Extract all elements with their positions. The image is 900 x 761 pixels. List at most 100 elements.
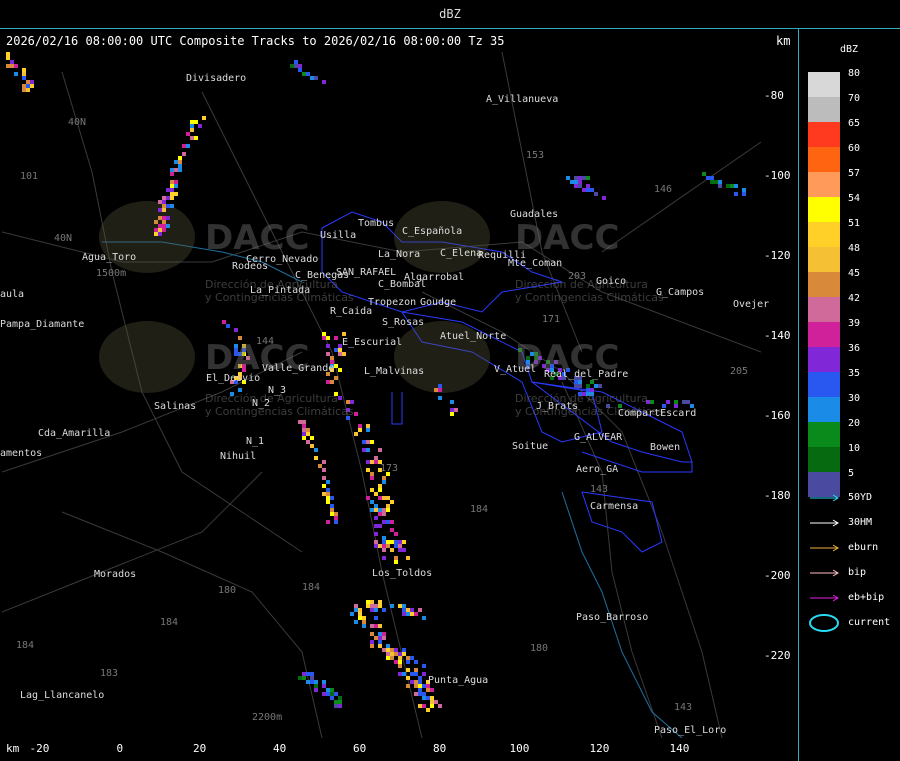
echo-cell <box>30 80 34 84</box>
echo-cell <box>302 424 306 428</box>
echo-cell <box>398 656 402 660</box>
echo-cell <box>194 136 198 140</box>
echo-cell <box>438 396 442 400</box>
echo-cell <box>6 64 10 68</box>
echo-cell <box>374 504 378 508</box>
echo-cell <box>306 680 310 684</box>
echo-cell <box>402 612 406 616</box>
echo-cell <box>686 400 690 404</box>
echo-cell <box>362 620 366 624</box>
route-label: 180 <box>530 643 549 654</box>
echo-cell <box>322 484 326 488</box>
echo-cell <box>574 180 578 184</box>
echo-cell <box>354 412 358 416</box>
echo-cell <box>594 192 598 196</box>
echo-cell <box>170 204 174 208</box>
echo-cell <box>350 612 354 616</box>
echo-cell <box>306 72 310 76</box>
echo-cell <box>326 492 330 496</box>
echo-cell <box>398 604 402 608</box>
place-label: J_Brats <box>536 401 579 412</box>
echo-cell <box>334 364 338 368</box>
echo-cell <box>158 200 162 204</box>
legend-swatch <box>808 72 840 97</box>
echo-cell <box>366 496 370 500</box>
echo-cell <box>402 648 406 652</box>
echo-cell <box>382 520 386 524</box>
echo-cell <box>418 608 422 612</box>
echo-cell <box>158 232 162 236</box>
echo-cell <box>422 692 426 696</box>
echo-cell <box>162 216 166 220</box>
echo-cell <box>314 456 318 460</box>
legend-value: 65 <box>848 118 861 129</box>
echo-cell <box>322 332 326 336</box>
echo-cell <box>322 680 326 684</box>
echo-cell <box>374 516 378 520</box>
echo-cell <box>354 608 358 612</box>
place-label: Bowen <box>650 442 681 453</box>
echo-cell <box>422 672 426 676</box>
echo-cell <box>414 668 418 672</box>
echo-cell <box>338 368 342 372</box>
echo-cell <box>370 460 374 464</box>
route-label: 40N <box>54 233 73 244</box>
y-tick-label: -140 <box>764 329 791 342</box>
echo-cell <box>406 684 410 688</box>
echo-cell <box>386 508 390 512</box>
echo-cell <box>422 696 426 700</box>
place-label: El_Desvio <box>206 373 261 384</box>
echo-cell <box>402 652 406 656</box>
echo-cell <box>330 688 334 692</box>
echo-cell <box>310 676 314 680</box>
legend-swatch <box>808 97 840 122</box>
place-label: E_Escurial <box>342 337 403 348</box>
echo-cell <box>402 608 406 612</box>
echo-cell <box>422 704 426 708</box>
echo-cell <box>314 688 318 692</box>
echo-cell <box>302 432 306 436</box>
echo-cell <box>378 636 382 640</box>
y-tick-label: -120 <box>764 249 791 262</box>
echo-cell <box>310 444 314 448</box>
place-label: S_Rosas <box>382 317 425 328</box>
echo-cell <box>362 448 366 452</box>
place-label: Pampa_Diamante <box>0 319 85 330</box>
echo-cell <box>366 448 370 452</box>
echo-cell <box>718 184 722 188</box>
echo-cell <box>362 440 366 444</box>
echo-cell <box>322 468 326 472</box>
echo-cell <box>322 336 326 340</box>
echo-cell <box>390 528 394 532</box>
echo-cell <box>378 640 382 644</box>
echo-cell <box>354 432 358 436</box>
place-label: Cerro_Nevado <box>246 254 319 265</box>
echo-cell <box>166 188 170 192</box>
echo-cell <box>326 380 330 384</box>
echo-cell <box>414 684 418 688</box>
echo-cell <box>386 520 390 524</box>
echo-cell <box>418 692 422 696</box>
echo-cell <box>338 700 342 704</box>
echo-cell <box>598 384 602 388</box>
echo-cell <box>586 384 590 388</box>
echo-cell <box>370 632 374 636</box>
echo-cell <box>162 200 166 204</box>
echo-cell <box>354 620 358 624</box>
place-label: La_Nora <box>378 249 421 260</box>
echo-cell <box>398 672 402 676</box>
echo-cell <box>578 184 582 188</box>
echo-cell <box>338 352 342 356</box>
legend-value: 42 <box>848 293 861 304</box>
echo-cell <box>166 224 170 228</box>
echo-cell <box>294 60 298 64</box>
place-label: Nihuil <box>220 451 257 462</box>
echo-cell <box>390 540 394 544</box>
place-label: Usilla <box>320 230 357 241</box>
echo-cell <box>406 660 410 664</box>
echo-cell <box>382 476 386 480</box>
echo-cell <box>382 536 386 540</box>
legend-value: 36 <box>848 343 861 354</box>
route-label: 183 <box>100 668 119 679</box>
echo-cell <box>366 424 370 428</box>
